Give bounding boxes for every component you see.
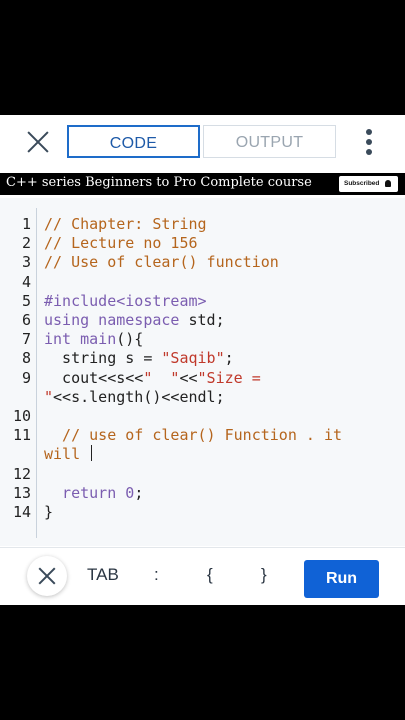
line-number: 12 — [12, 464, 31, 483]
close-icon[interactable] — [25, 129, 51, 155]
code-editor[interactable]: 1 2 3 4 5 6 7 8 9 10 11 12 13 14 // Chapter: String//… — [0, 198, 405, 546]
line-number: 1 — [21, 215, 31, 233]
keyboard-toolbar: TAB : { } Run — [0, 547, 405, 605]
more-vertical-icon[interactable] — [363, 129, 375, 155]
colon-key[interactable]: : — [154, 565, 159, 585]
line-number: 5 — [21, 291, 31, 310]
code-line: cout<<s<<" "<<"Size = — [44, 368, 261, 387]
code-line: #include<iostream> — [44, 291, 207, 310]
line-number: 2 — [21, 234, 31, 253]
text-caret — [91, 445, 93, 462]
tab-key[interactable]: TAB — [87, 565, 119, 585]
code-line: using namespace std; — [44, 311, 225, 329]
code-line: // Lecture no 156 — [44, 234, 198, 253]
banner-title: C++ series Beginners to Pro Complete cou… — [6, 175, 312, 190]
tab-output[interactable]: OUTPUT — [203, 125, 336, 158]
line-number: 4 — [21, 272, 31, 291]
code-line: "<<s.length()<<endl; — [44, 387, 225, 406]
line-number: 14 — [12, 503, 31, 521]
code-line: // Chapter: String — [44, 215, 207, 233]
line-number: 6 — [21, 311, 31, 329]
run-button[interactable]: Run — [304, 560, 379, 598]
line-number: 9 — [21, 368, 31, 387]
tab-code[interactable]: CODE — [67, 125, 200, 158]
line-number: 10 — [12, 407, 31, 425]
top-bar: CODE OUTPUT — [0, 115, 405, 170]
close-brace-key[interactable]: } — [261, 565, 267, 585]
gutter-divider — [36, 208, 37, 538]
line-number: 8 — [21, 349, 31, 368]
code-line: string s = "Saqib"; — [44, 349, 234, 368]
subscribed-badge[interactable]: Subscribed — [339, 176, 398, 192]
code-line: } — [44, 503, 54, 521]
bell-icon — [385, 180, 391, 187]
video-banner: C++ series Beginners to Pro Complete cou… — [0, 173, 405, 195]
keyboard-close-icon[interactable] — [27, 556, 67, 596]
line-number: 7 — [21, 330, 31, 349]
code-line: return 0; — [44, 483, 144, 502]
code-line: // Use of clear() function — [44, 253, 279, 272]
open-brace-key[interactable]: { — [207, 565, 213, 585]
code-editor-app: CODE OUTPUT C++ series Beginners to Pro … — [0, 115, 405, 605]
line-number: 3 — [21, 253, 31, 272]
code-line: // use of clear() Function . it — [44, 426, 343, 445]
code-line: int main(){ — [44, 330, 144, 349]
line-number: 13 — [12, 483, 31, 502]
subscribed-label: Subscribed — [344, 180, 380, 187]
line-number: 11 — [12, 426, 31, 445]
code-line: will — [44, 445, 93, 463]
